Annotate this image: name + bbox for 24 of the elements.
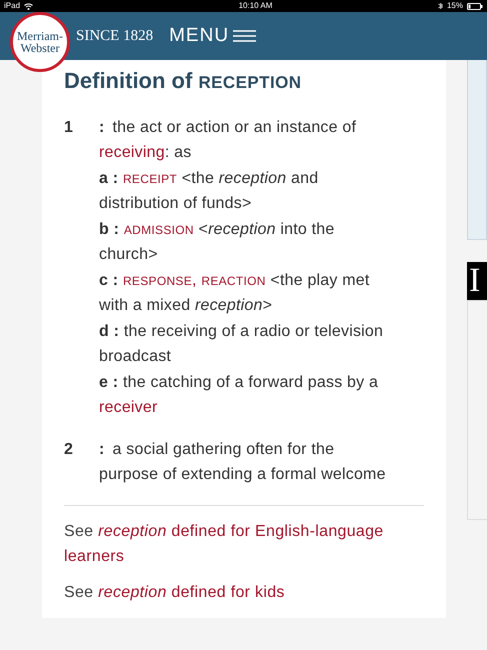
battery-percent: 15% — [446, 0, 463, 12]
definition-text: : a social gathering often for the purpose of extending a formal welcome — [99, 440, 387, 484]
device-name: iPad — [4, 0, 20, 12]
bluetooth-icon — [438, 2, 443, 10]
see-also-link[interactable]: See reception defined for English-language learners — [64, 520, 424, 569]
synonym-link[interactable]: RESPONSE — [122, 274, 192, 288]
ad-banner: I — [467, 262, 487, 300]
definition-text: e : the catching of a forward pass by a receiver — [99, 373, 380, 418]
see-also-link[interactable]: See reception defined for kids — [64, 581, 424, 606]
menu-button[interactable]: MENU — [169, 22, 256, 50]
site-logo[interactable]: Merriam- Webster — [10, 12, 70, 72]
clock: 10:10 AM — [238, 0, 272, 12]
word-link[interactable]: receiver — [99, 398, 158, 416]
word-link[interactable]: receiving — [99, 144, 165, 160]
comma: , — [192, 272, 197, 289]
sense-number: 2 — [64, 440, 74, 460]
tagline: SINCE 1828 — [76, 26, 154, 46]
synonym-link[interactable]: ADMISSION — [124, 223, 194, 237]
synonym-link[interactable]: RECEIPT — [122, 172, 178, 186]
battery-icon — [467, 2, 483, 10]
menu-icon — [233, 30, 256, 42]
synonym-link[interactable]: REACTION — [201, 274, 266, 288]
wifi-icon — [24, 2, 34, 10]
sense-number: 1 — [64, 118, 74, 138]
